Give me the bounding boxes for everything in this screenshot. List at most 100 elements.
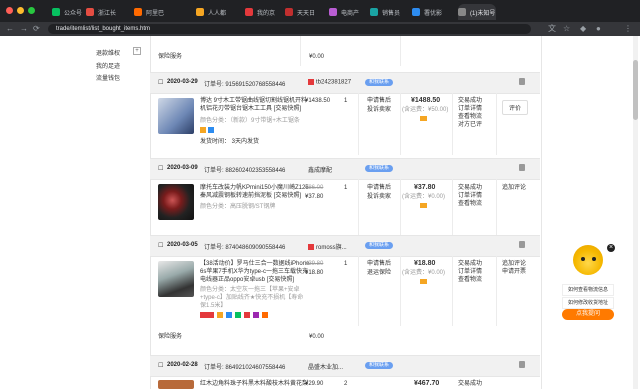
product-title-line[interactable]: 【38活动价】罗马仕三合一数据线iPhone bbox=[200, 260, 309, 268]
after-sale-link[interactable]: 申请售后 bbox=[367, 184, 391, 192]
after-sale-link[interactable]: 申请售后 bbox=[367, 260, 391, 268]
expand-toggle-icon[interactable]: + bbox=[133, 47, 141, 55]
order-date: 2020-03-05 bbox=[167, 242, 198, 248]
scrollbar-thumb[interactable] bbox=[633, 60, 638, 120]
contact-seller-label: 和我联系 bbox=[365, 242, 394, 249]
order-date: 2020-03-09 bbox=[167, 165, 198, 171]
tab-label: 销售员 bbox=[382, 10, 401, 17]
insurance-price: ¥0.00 bbox=[309, 54, 325, 60]
browser-tab[interactable]: 阿里巴 bbox=[134, 4, 192, 20]
checkbox-icon[interactable]: ☐ bbox=[158, 79, 163, 86]
checkbox-icon[interactable]: ☐ bbox=[158, 165, 163, 172]
menu-icon[interactable]: ⋮ bbox=[624, 24, 632, 34]
browser-tab[interactable]: 我的京 bbox=[245, 4, 281, 20]
complain-seller-link[interactable]: 投诉卖家 bbox=[367, 106, 391, 114]
bookmark-star-icon[interactable]: ☆ bbox=[563, 24, 570, 34]
browser-tab[interactable]: 销售员 bbox=[370, 4, 408, 20]
product-image[interactable] bbox=[158, 380, 194, 389]
add-review-link[interactable]: 追加评论 bbox=[502, 260, 526, 268]
checkbox-icon[interactable]: ☐ bbox=[158, 362, 163, 369]
help-question-item[interactable]: 如何修改收货地址 bbox=[562, 297, 614, 309]
close-help-icon[interactable]: × bbox=[607, 244, 615, 252]
view-logistics-link[interactable]: 查看物流 bbox=[458, 200, 482, 208]
tab-favicon-icon bbox=[86, 8, 94, 16]
extension-icon[interactable]: ◆ bbox=[580, 24, 586, 34]
help-question-item[interactable]: 如何查看物流信息 bbox=[562, 284, 614, 296]
tab-label: (1)未知号 bbox=[470, 10, 496, 17]
url-input[interactable]: trade/itemlist/list_bought_items.htm bbox=[48, 24, 531, 34]
browser-tab[interactable]: 天天日 bbox=[285, 4, 325, 20]
product-title-line[interactable]: 机铝花刃带锯台锯木工工具 [交易快照] bbox=[200, 105, 301, 113]
order-detail-link[interactable]: 订单详情 bbox=[458, 192, 482, 200]
order-detail-link[interactable]: 订单详情 bbox=[458, 105, 482, 113]
view-logistics-link[interactable]: 查看物流 bbox=[458, 276, 482, 284]
contact-seller-badge[interactable]: 和我联系 bbox=[362, 79, 394, 86]
after-sale-link[interactable]: 申请售后 bbox=[367, 97, 391, 105]
product-image[interactable] bbox=[158, 261, 194, 297]
product-image[interactable] bbox=[158, 184, 194, 220]
profile-icon[interactable]: ● bbox=[596, 24, 601, 34]
column-divider bbox=[400, 256, 401, 326]
contact-seller-badge[interactable]: 和我联系 bbox=[362, 242, 394, 249]
assistant-mascot-icon[interactable] bbox=[573, 245, 603, 275]
reload-icon[interactable]: ⟳ bbox=[33, 24, 40, 34]
contact-seller-label: 和我联系 bbox=[365, 165, 394, 172]
product-image[interactable] bbox=[158, 98, 194, 134]
shop-name[interactable]: tb24238182​7 bbox=[308, 79, 351, 86]
shop-name[interactable]: 晶盛木业加... bbox=[308, 362, 343, 371]
back-icon[interactable]: ← bbox=[6, 24, 14, 34]
sidebar-item-refund[interactable]: 退款维权 bbox=[96, 48, 120, 57]
contact-seller-badge[interactable]: 和我联系 bbox=[362, 165, 394, 172]
sidebar-item-footprint[interactable]: 我的足迹 bbox=[96, 61, 120, 70]
badge-icon bbox=[200, 312, 214, 318]
shop-name[interactable]: romoss旗... bbox=[308, 242, 347, 251]
add-review-link[interactable]: 追加评论 bbox=[502, 184, 526, 192]
service-badges bbox=[200, 312, 268, 318]
delete-order-icon[interactable] bbox=[519, 164, 525, 171]
contact-seller-badge[interactable]: 和我联系 bbox=[362, 362, 394, 369]
browser-tab[interactable]: 电商产 bbox=[329, 4, 366, 20]
tab-favicon-icon bbox=[134, 8, 142, 16]
sidebar-item-data-wallet[interactable]: 流量钱包 bbox=[96, 73, 120, 82]
complain-seller-link[interactable]: 投诉卖家 bbox=[367, 193, 391, 201]
original-price: ¥86.00 bbox=[305, 185, 324, 191]
order-total: ¥467.70 bbox=[414, 380, 440, 387]
delete-order-icon[interactable] bbox=[519, 241, 525, 248]
delete-order-icon[interactable] bbox=[519, 361, 525, 368]
tab-label: 浙江长 bbox=[98, 10, 117, 17]
browser-tab[interactable]: 署优影 bbox=[412, 4, 454, 20]
product-title-line[interactable]: 6s苹果7手机X华为type-c一拖三车载快充 bbox=[200, 268, 308, 276]
badge-icon bbox=[217, 312, 223, 318]
browser-tab[interactable]: (1)未知号 bbox=[458, 4, 496, 20]
tab-favicon-icon bbox=[196, 8, 204, 16]
product-title-line[interactable]: 电线器正品oppo安卓usb [交易快照] bbox=[200, 276, 294, 284]
tab-favicon-icon bbox=[458, 8, 466, 16]
close-window-button[interactable] bbox=[6, 7, 13, 14]
product-title-line[interactable]: 秦风减震钢板转速前挡泥板 [交易快照] bbox=[200, 192, 301, 200]
sidebar-item-label: 退款维权 bbox=[96, 51, 121, 57]
mascot-eye-icon bbox=[592, 257, 596, 261]
browser-tab[interactable]: 公众号 bbox=[52, 4, 82, 20]
order-detail-link[interactable]: 订单详情 bbox=[458, 268, 482, 276]
product-title-line[interactable]: 摩托车改装力帆KPmini150小魔川崎Z125 bbox=[200, 184, 309, 192]
review-button[interactable]: 评价 bbox=[502, 100, 529, 115]
translate-icon[interactable]: 文 bbox=[548, 24, 556, 34]
browser-tab[interactable]: 人人都 bbox=[196, 4, 241, 20]
checkbox-icon[interactable]: ☐ bbox=[158, 242, 163, 249]
maximize-window-button[interactable] bbox=[28, 7, 35, 14]
product-title-line[interactable]: 博达 9寸木工带锯曲线锯切割线锯机开料 bbox=[200, 97, 307, 105]
product-title-line[interactable]: 红木边角料珠子料黑木料酸枝木料黄花梨 bbox=[200, 380, 308, 388]
minimize-window-button[interactable] bbox=[17, 7, 24, 14]
window-controls bbox=[6, 7, 35, 14]
ask-question-button[interactable]: 点我提问 bbox=[562, 309, 614, 320]
delete-order-icon[interactable] bbox=[519, 78, 525, 85]
browser-tab[interactable]: 浙江长 bbox=[86, 4, 130, 20]
forward-icon[interactable]: → bbox=[20, 24, 28, 34]
request-invoice-link[interactable]: 申请开票 bbox=[502, 268, 526, 276]
product-attrs-line: +type-c】加贴线齐★快充不损机【寿命 bbox=[200, 295, 304, 301]
quantity: 1 bbox=[344, 261, 348, 267]
return-insurance-link[interactable]: 退运保险 bbox=[367, 269, 391, 277]
view-logistics-link[interactable]: 查看物流 bbox=[458, 113, 482, 121]
shop-name[interactable]: 鑫成摩配 bbox=[308, 165, 332, 174]
shop-name-text: tb24238182​7 bbox=[316, 79, 352, 86]
